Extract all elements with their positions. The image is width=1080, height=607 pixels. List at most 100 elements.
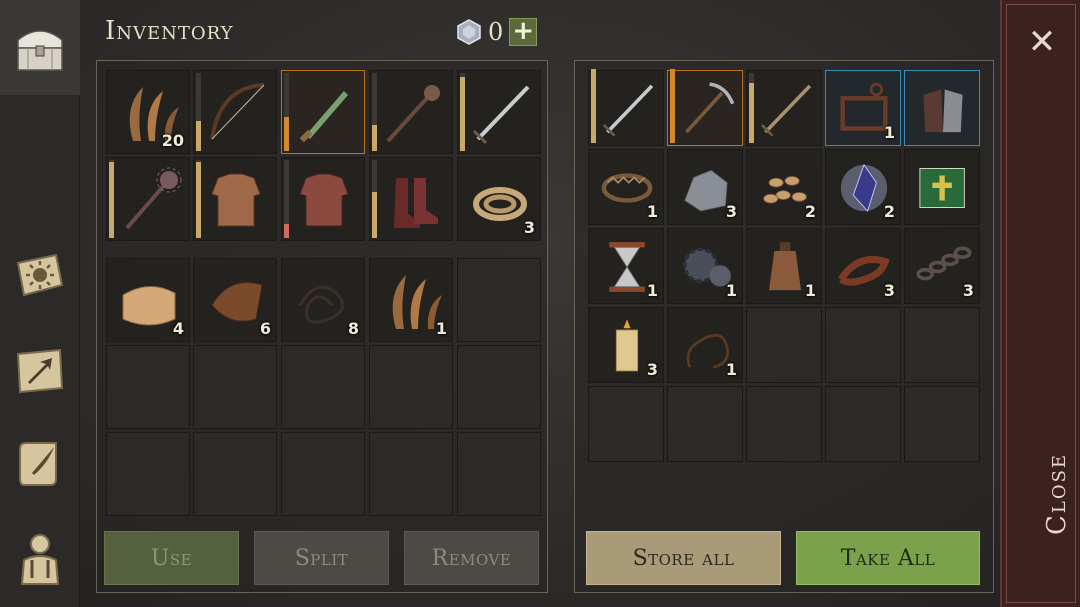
bag-slot[interactable]: 1 (369, 258, 453, 342)
container-slot[interactable] (588, 69, 664, 146)
item-quantity: 3 (962, 281, 974, 300)
item-quantity: 8 (347, 319, 359, 338)
container-slot[interactable] (746, 70, 822, 146)
empty-slot[interactable] (369, 345, 453, 429)
empty-slot[interactable] (457, 432, 541, 516)
container-slot[interactable]: 1 (588, 149, 664, 225)
chest-icon (17, 29, 63, 71)
boots-icon (394, 178, 438, 228)
bag-slot[interactable]: 6 (193, 258, 277, 342)
spiked-mace-icon (125, 167, 182, 230)
bag-slot[interactable]: 4 (106, 258, 190, 342)
close-icon[interactable]: ✕ (1022, 22, 1062, 62)
container-slot[interactable]: 1 (746, 228, 822, 304)
empty-slot[interactable] (457, 345, 541, 429)
tab-journal[interactable] (0, 418, 80, 508)
item-quantity: 1 (883, 123, 895, 142)
item-quantity: 1 (435, 319, 447, 338)
container-slot[interactable]: 3 (904, 228, 980, 304)
take-all-button[interactable]: Take All (796, 531, 980, 585)
item-quantity: 3 (883, 281, 895, 300)
sun-book-icon (16, 253, 64, 297)
split-button[interactable]: Split (254, 531, 389, 585)
empty-slot[interactable] (825, 307, 901, 383)
empty-slot[interactable] (904, 307, 980, 383)
gauntlets-icon (923, 89, 963, 133)
sword-icon (472, 85, 530, 145)
item-quantity: 3 (725, 202, 737, 221)
bag-slot[interactable]: 8 (281, 258, 365, 342)
tab-character[interactable] (0, 513, 80, 603)
holy-book-icon (919, 168, 965, 208)
container-slot[interactable]: 1 (667, 307, 743, 383)
container-slot[interactable]: 2 (825, 149, 901, 225)
inventory-slot[interactable] (281, 157, 365, 241)
inventory-slot[interactable] (369, 70, 453, 154)
character-icon (20, 534, 60, 585)
container-slot[interactable]: 1 (667, 228, 743, 304)
empty-slot[interactable] (193, 345, 277, 429)
empty-slot[interactable] (746, 386, 822, 462)
container-slot[interactable]: 3 (588, 307, 664, 383)
chainmail-icon (299, 173, 349, 227)
sidebar (0, 0, 80, 607)
add-currency-button[interactable]: + (509, 18, 538, 46)
empty-slot[interactable] (369, 432, 453, 516)
inventory-slot[interactable] (281, 70, 365, 154)
store-all-button[interactable]: Store all (586, 531, 781, 585)
pickaxe-icon (685, 82, 735, 134)
remove-button[interactable]: Remove (404, 531, 539, 585)
item-quantity: 1 (725, 281, 737, 300)
inventory-slot[interactable] (369, 157, 453, 241)
inventory-slot[interactable]: 20 (106, 70, 190, 154)
empty-slot[interactable] (281, 345, 365, 429)
item-quantity: 2 (883, 202, 895, 221)
currency-display: 0 + (456, 18, 538, 46)
sword-icon (602, 84, 654, 137)
item-quantity: 20 (161, 131, 184, 150)
bow-icon (210, 83, 265, 140)
container-slot[interactable]: 1 (588, 228, 664, 304)
container-slot[interactable] (667, 69, 743, 146)
close-panel[interactable]: ✕ Close (1000, 0, 1080, 607)
container-slot[interactable]: 3 (667, 149, 743, 225)
container-slot[interactable]: 1 (825, 70, 901, 146)
item-quantity: 3 (646, 360, 658, 379)
container-slot[interactable]: 3 (825, 228, 901, 304)
inventory-slot[interactable] (457, 70, 541, 154)
inventory-slot[interactable] (193, 157, 277, 241)
empty-slot[interactable] (825, 386, 901, 462)
currency-count: 0 (488, 18, 504, 46)
dagger-icon (299, 91, 348, 143)
empty-slot[interactable] (746, 307, 822, 383)
container-slot[interactable] (904, 149, 980, 225)
empty-slot[interactable] (667, 386, 743, 462)
padded-armor-icon (211, 173, 261, 227)
empty-slot[interactable] (588, 386, 664, 462)
empty-slot[interactable] (904, 386, 980, 462)
long-sword-icon (760, 84, 812, 137)
use-button[interactable]: Use (104, 531, 239, 585)
item-quantity: 2 (804, 202, 816, 221)
empty-slot[interactable] (106, 432, 190, 516)
tab-craft[interactable] (0, 325, 80, 415)
container-slot[interactable]: 2 (746, 149, 822, 225)
close-label: Close (1042, 452, 1072, 535)
item-quantity: 1 (804, 281, 816, 300)
inventory-slot[interactable] (106, 157, 190, 241)
inventory-slot[interactable]: 3 (457, 157, 541, 241)
page-title: Inventory (105, 16, 234, 46)
item-quantity: 1 (646, 202, 658, 221)
item-quantity: 3 (523, 218, 535, 237)
empty-slot[interactable] (106, 345, 190, 429)
inventory-slot[interactable] (193, 70, 277, 154)
tab-skills[interactable] (0, 230, 80, 320)
gem-icon (457, 19, 481, 45)
empty-slot[interactable] (193, 432, 277, 516)
empty-slot[interactable] (281, 432, 365, 516)
empty-slot[interactable] (457, 258, 541, 342)
container-slot[interactable] (904, 70, 980, 146)
arrow-map-icon (16, 348, 64, 394)
item-quantity: 6 (259, 319, 271, 338)
tab-chest[interactable] (0, 0, 80, 95)
